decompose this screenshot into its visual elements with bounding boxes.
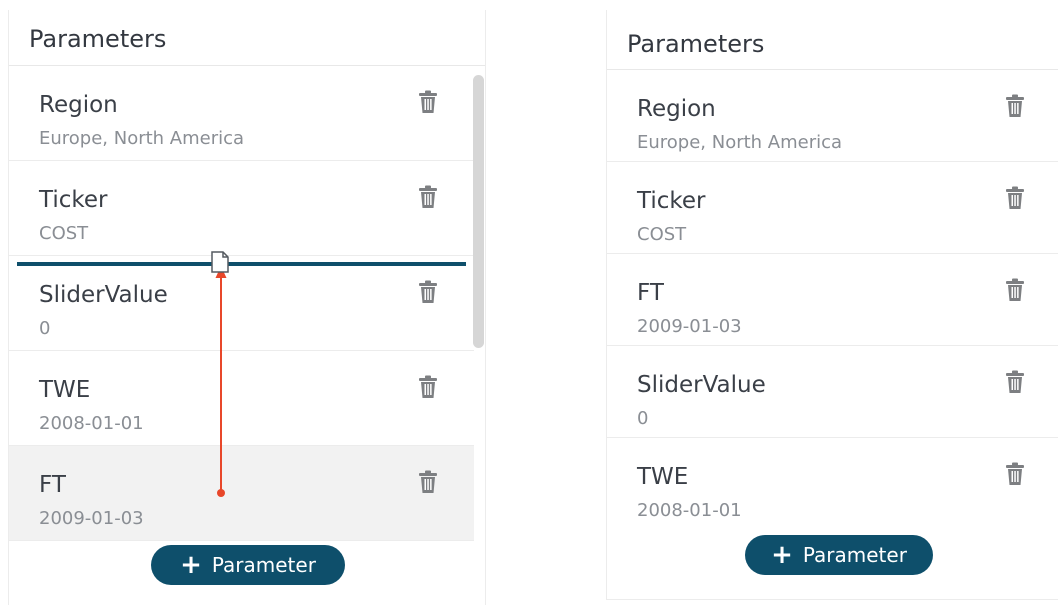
- parameter-list: Region Europe, North America Ticker COST: [9, 66, 474, 541]
- parameter-name: Region: [39, 92, 118, 118]
- trash-icon[interactable]: [1004, 94, 1026, 118]
- parameter-item-slidervalue[interactable]: SliderValue 0: [9, 256, 474, 351]
- parameter-name: Region: [637, 96, 716, 122]
- plus-icon: +: [771, 540, 793, 570]
- parameter-value: COST: [39, 223, 89, 244]
- parameter-value: 2008-01-01: [637, 500, 742, 521]
- parameter-name: TWE: [39, 377, 91, 403]
- trash-icon[interactable]: [417, 470, 439, 494]
- add-parameter-button[interactable]: + Parameter: [151, 545, 345, 585]
- parameter-value: 2008-01-01: [39, 413, 144, 434]
- add-parameter-button[interactable]: + Parameter: [745, 535, 933, 575]
- add-parameter-label: Parameter: [211, 553, 316, 577]
- plus-icon: +: [180, 550, 202, 580]
- parameter-value: Europe, North America: [637, 132, 843, 153]
- parameter-item-twe[interactable]: TWE 2008-01-01: [607, 438, 1058, 530]
- drag-arrow: [215, 266, 227, 497]
- trash-icon[interactable]: [1004, 278, 1026, 302]
- parameter-value: 2009-01-03: [637, 316, 742, 337]
- parameter-value: 0: [39, 318, 51, 339]
- parameter-value: 0: [637, 408, 649, 429]
- trash-icon[interactable]: [417, 185, 439, 209]
- parameter-name: SliderValue: [637, 372, 766, 398]
- parameter-item-twe[interactable]: TWE 2008-01-01: [9, 351, 474, 446]
- parameter-name: FT: [637, 280, 664, 306]
- parameter-list: Region Europe, North America Ticker COST: [607, 70, 1058, 530]
- parameter-item-ft-dragging[interactable]: FT 2009-01-03: [9, 446, 474, 541]
- document-icon: [211, 251, 229, 273]
- trash-icon[interactable]: [417, 280, 439, 304]
- parameter-name: SliderValue: [39, 282, 168, 308]
- parameter-item-region[interactable]: Region Europe, North America: [607, 70, 1058, 162]
- parameter-name: FT: [39, 472, 66, 498]
- trash-icon[interactable]: [417, 90, 439, 114]
- parameter-value: Europe, North America: [39, 128, 245, 149]
- trash-icon[interactable]: [417, 375, 439, 399]
- panel-title: Parameters: [9, 10, 485, 66]
- parameters-panel-before: Parameters Region Europe, North America …: [8, 10, 486, 605]
- add-parameter-label: Parameter: [802, 543, 907, 567]
- parameter-item-ft[interactable]: FT 2009-01-03: [607, 254, 1058, 346]
- parameter-value: 2009-01-03: [39, 508, 144, 529]
- parameter-name: TWE: [637, 464, 689, 490]
- scrollbar-thumb[interactable]: [473, 75, 484, 348]
- parameter-value: COST: [637, 224, 687, 245]
- parameter-item-ticker[interactable]: Ticker COST: [9, 161, 474, 256]
- drop-indicator-line: [17, 262, 466, 266]
- parameter-item-slidervalue[interactable]: SliderValue 0: [607, 346, 1058, 438]
- panel-title: Parameters: [607, 10, 1058, 70]
- parameter-name: Ticker: [39, 187, 108, 213]
- trash-icon[interactable]: [1004, 462, 1026, 486]
- parameter-item-region[interactable]: Region Europe, North America: [9, 66, 474, 161]
- trash-icon[interactable]: [1004, 370, 1026, 394]
- trash-icon[interactable]: [1004, 186, 1026, 210]
- parameters-panel-after: Parameters Region Europe, North America …: [606, 10, 1058, 600]
- parameter-name: Ticker: [637, 188, 706, 214]
- parameter-item-ticker[interactable]: Ticker COST: [607, 162, 1058, 254]
